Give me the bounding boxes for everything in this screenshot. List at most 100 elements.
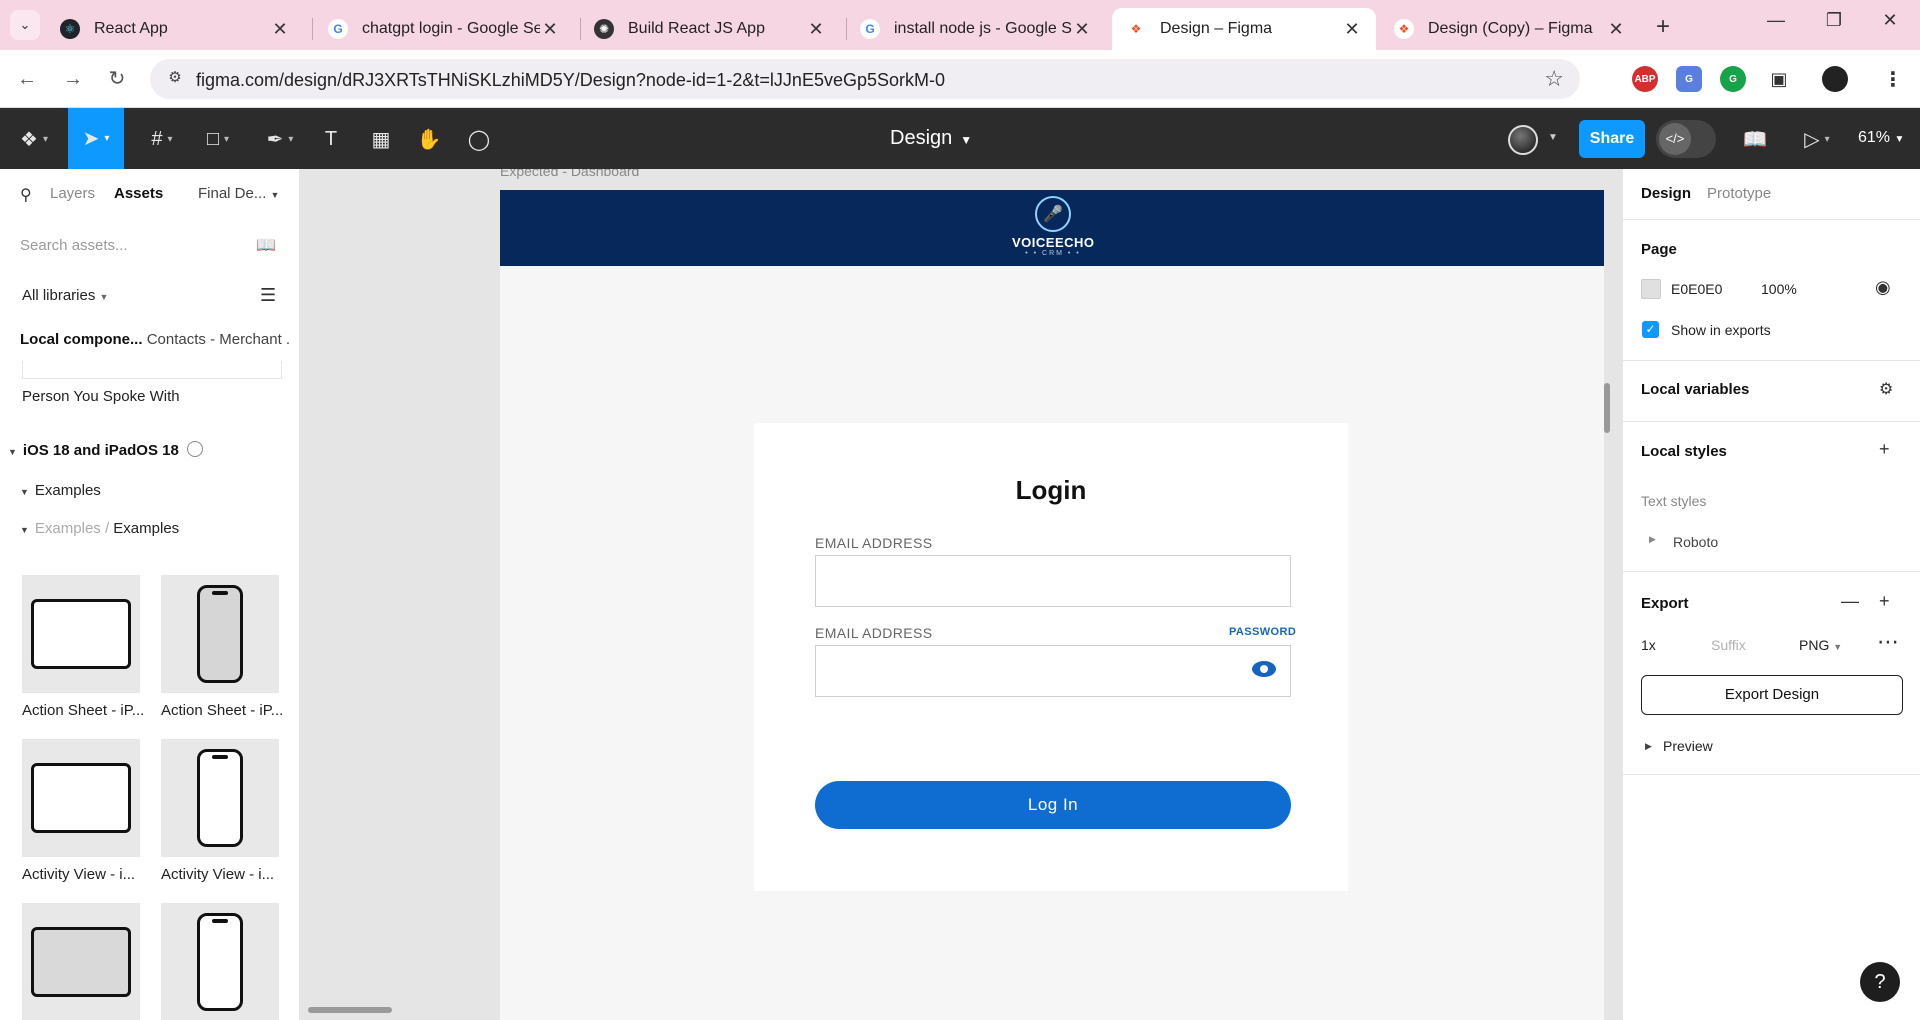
tab-design[interactable]: Design xyxy=(1641,185,1691,202)
minimize-icon[interactable]: — xyxy=(1756,10,1796,31)
forward-icon[interactable]: → xyxy=(58,64,88,94)
divider xyxy=(1623,774,1920,775)
tab-react-app[interactable]: ⚛ React App ✕ xyxy=(46,8,304,50)
more-options-icon[interactable]: ⋯ xyxy=(1877,629,1899,655)
chevron-down-icon[interactable]: ▼ xyxy=(1548,132,1558,143)
profile-icon[interactable] xyxy=(1822,66,1848,92)
login-button[interactable]: Log In xyxy=(815,781,1291,829)
help-button[interactable]: ? xyxy=(1860,962,1900,1002)
close-icon[interactable]: ✕ xyxy=(540,19,560,40)
address-bar[interactable]: ⚙ figma.com/design/dRJ3XRTsTHNiSKLzhiMD5… xyxy=(150,59,1580,99)
password-field[interactable] xyxy=(815,645,1291,697)
assets-breadcrumb[interactable]: Local compone... Contacts - Merchant ... xyxy=(20,331,290,348)
tab-assets[interactable]: Assets xyxy=(114,185,163,202)
libraries-dropdown[interactable]: All libraries ▼ xyxy=(22,287,108,304)
tab-prototype[interactable]: Prototype xyxy=(1707,185,1771,202)
share-button[interactable]: Share xyxy=(1579,120,1645,158)
present-play-icon[interactable]: ▷ ▾ xyxy=(1796,118,1838,160)
password-link[interactable]: PASSWORD xyxy=(1229,626,1296,638)
add-style-icon[interactable]: + xyxy=(1879,439,1890,460)
component-thumbnail[interactable] xyxy=(161,739,279,857)
hand-tool-icon[interactable]: ✋ xyxy=(414,118,444,160)
page-opacity-value[interactable]: 100% xyxy=(1761,281,1797,297)
dashboard-frame[interactable]: 🎤 VOICEECHO • • CRM • • Login EMAIL ADDR… xyxy=(500,190,1604,1020)
export-suffix-input[interactable]: Suffix xyxy=(1711,637,1746,653)
subgroup-examples[interactable]: ▼ Examples / Examples xyxy=(20,520,179,537)
frame-label[interactable]: Expected - Dashboard xyxy=(500,169,639,179)
export-design-button[interactable]: Export Design xyxy=(1641,675,1903,715)
text-tool-icon[interactable]: T xyxy=(316,118,346,160)
component-thumbnail[interactable] xyxy=(22,575,140,693)
search-assets-input[interactable]: Search assets... xyxy=(20,237,128,254)
close-icon[interactable]: ✕ xyxy=(270,19,290,40)
comment-icon[interactable]: ◯ xyxy=(464,118,494,160)
page-color-swatch[interactable] xyxy=(1641,279,1661,299)
search-icon[interactable]: ⚲ xyxy=(20,185,32,205)
close-icon[interactable]: ✕ xyxy=(1606,19,1626,40)
bookmark-star-icon[interactable]: ☆ xyxy=(1544,66,1564,92)
preview-toggle[interactable]: Preview xyxy=(1663,738,1713,754)
export-scale[interactable]: 1x xyxy=(1641,637,1656,653)
close-icon[interactable]: ✕ xyxy=(806,19,826,40)
component-thumbnail[interactable] xyxy=(22,903,140,1020)
url-text[interactable]: figma.com/design/dRJ3XRTsTHNiSKLzhiMD5Y/… xyxy=(196,70,945,91)
tab-search-button[interactable]: ⌄ xyxy=(10,10,40,40)
reload-icon[interactable]: ↻ xyxy=(102,64,132,94)
translate-icon[interactable]: G xyxy=(1676,66,1702,92)
component-item[interactable]: Person You Spoke With xyxy=(22,388,180,405)
add-export-icon[interactable]: + xyxy=(1879,591,1890,612)
close-icon[interactable]: ✕ xyxy=(1342,19,1362,40)
tab-install-node-search[interactable]: G install node js - Google Sea ✕ xyxy=(846,8,1106,50)
local-variables-heading[interactable]: Local variables xyxy=(1641,381,1749,398)
pen-tool-icon[interactable]: ✒ ▾ xyxy=(258,118,302,160)
email-field[interactable] xyxy=(815,555,1291,607)
resources-icon[interactable]: ▦ xyxy=(366,118,396,160)
page-selector[interactable]: Final De... ▼ xyxy=(198,185,279,202)
figma-menu-icon[interactable]: ❖ ▾ xyxy=(14,118,54,160)
frame-tool-icon[interactable]: # ▾ xyxy=(140,118,184,160)
variables-settings-icon[interactable]: ⚙ xyxy=(1879,379,1893,399)
new-tab-icon[interactable]: + xyxy=(1648,13,1678,41)
shape-tool-icon[interactable]: □ ▾ xyxy=(196,118,240,160)
figma-icon: ❖ xyxy=(1126,19,1146,39)
export-format-select[interactable]: PNG ▼ xyxy=(1799,637,1842,653)
avatar[interactable] xyxy=(1508,125,1538,155)
restore-icon[interactable]: ❐ xyxy=(1814,10,1854,31)
tab-layers[interactable]: Layers xyxy=(50,185,95,202)
library-book-icon[interactable]: 📖 xyxy=(256,235,276,255)
text-style-roboto[interactable]: Roboto xyxy=(1673,534,1718,550)
puzzle-icon[interactable]: ▣ xyxy=(1766,66,1792,92)
close-icon[interactable]: ✕ xyxy=(1072,19,1092,40)
remove-export-icon[interactable]: — xyxy=(1841,591,1859,612)
component-thumbnail[interactable] xyxy=(161,575,279,693)
grammarly-icon[interactable]: G xyxy=(1720,66,1746,92)
vertical-scrollbar[interactable] xyxy=(1604,383,1610,433)
library-book-icon[interactable]: 📖 xyxy=(1740,118,1770,160)
window-close-icon[interactable]: ✕ xyxy=(1870,10,1910,31)
tab-design-copy-figma[interactable]: ❖ Design (Copy) – Figma ✕ xyxy=(1380,8,1640,50)
component-thumbnail[interactable] xyxy=(161,903,279,1020)
horizontal-scrollbar[interactable] xyxy=(308,1007,392,1013)
design-canvas[interactable]: Expected - Dashboard 🎤 VOICEECHO • • CRM… xyxy=(300,169,1622,1020)
visibility-eye-icon[interactable]: ◉ xyxy=(1875,277,1891,298)
tab-chatgpt-login-search[interactable]: G chatgpt login - Google Sea ✕ xyxy=(314,8,574,50)
move-tool-icon[interactable]: ➤ ▾ xyxy=(68,108,124,169)
dev-mode-toggle[interactable]: </> xyxy=(1656,120,1716,158)
site-info-icon[interactable]: ⚙ xyxy=(164,68,186,90)
tab-design-figma[interactable]: ❖ Design – Figma ✕ xyxy=(1112,8,1376,50)
back-icon[interactable]: ← xyxy=(12,64,42,94)
eye-icon[interactable] xyxy=(1252,661,1276,677)
browser-menu-icon[interactable]: ⋮ xyxy=(1880,66,1906,92)
expand-triangle-icon[interactable]: ▶ xyxy=(1649,534,1656,545)
group-examples[interactable]: ▼ Examples xyxy=(20,482,101,499)
library-section[interactable]: ▼ iOS 18 and iPadOS 18 xyxy=(8,441,203,459)
document-title[interactable]: Design ▼ xyxy=(890,127,972,150)
adblock-icon[interactable]: ABP xyxy=(1632,66,1658,92)
show-in-exports-checkbox[interactable]: ✓ xyxy=(1642,321,1659,338)
page-color-value[interactable]: E0E0E0 xyxy=(1671,281,1722,297)
expand-triangle-icon[interactable]: ▶ xyxy=(1645,741,1652,752)
zoom-level[interactable]: 61% ▼ xyxy=(1858,129,1904,147)
tab-build-react-app[interactable]: ✺ Build React JS App ✕ xyxy=(580,8,840,50)
list-view-icon[interactable]: ☰ xyxy=(260,285,276,306)
component-thumbnail[interactable] xyxy=(22,739,140,857)
